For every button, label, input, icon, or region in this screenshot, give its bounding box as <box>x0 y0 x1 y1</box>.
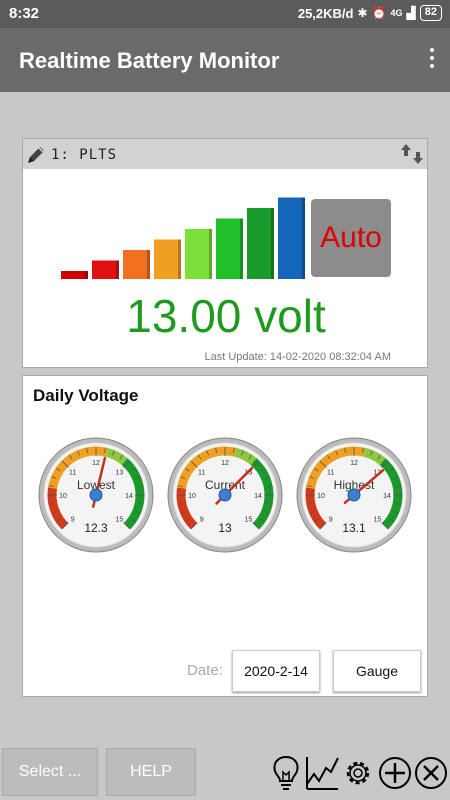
battery-card[interactable]: 1: PLTS Auto 13.00 volt Last Update: 14-… <box>22 138 428 368</box>
level-bar-shade-1 <box>85 271 88 279</box>
level-bar-shade-2 <box>116 260 119 279</box>
gauge-highest: 9101112131415Highest13.1 <box>296 437 412 553</box>
daily-voltage-title: Daily Voltage <box>33 386 139 405</box>
battery-icon: 82 <box>419 5 442 21</box>
gauge-tick-label: 14 <box>383 493 391 500</box>
gauge-tick-label: 10 <box>317 493 325 500</box>
level-bar-shade-6 <box>240 218 243 279</box>
gauge-tick-label: 15 <box>244 516 252 523</box>
gauge-tick-label: 9 <box>71 516 75 523</box>
settings-gear-icon[interactable] <box>340 754 376 792</box>
close-icon[interactable] <box>413 754 449 792</box>
gauge-tick-label: 13 <box>115 470 123 477</box>
edit-pencil-icon[interactable] <box>25 143 47 167</box>
gauge-tick-label: 11 <box>198 470 205 477</box>
bluetooth-icon: ✱ <box>357 6 368 20</box>
date-picker-button[interactable]: 2020-2-14 <box>232 650 320 692</box>
level-bar-3 <box>123 250 150 279</box>
select-button[interactable]: Select ... <box>2 748 98 796</box>
level-bar-shade-5 <box>209 229 212 279</box>
chart-icon[interactable] <box>304 754 340 792</box>
level-bars <box>61 197 305 279</box>
level-bar-2 <box>92 260 119 279</box>
battery-card-header: 1: PLTS <box>23 139 427 169</box>
level-bar-7 <box>247 208 274 279</box>
gauge-tick-label: 14 <box>254 493 262 500</box>
status-bar: 8:32 25,2KB/d ✱ ⏰ 4G ▟ 82 <box>0 0 450 28</box>
level-bar-1 <box>61 271 88 279</box>
level-bar-6 <box>216 218 243 279</box>
gauge-value: 13.1 <box>342 521 366 535</box>
gauge-tick-label: 11 <box>327 470 334 477</box>
gauge-tick-label: 15 <box>373 516 381 523</box>
app-title: Realtime Battery Monitor <box>19 48 280 73</box>
app-bar: Realtime Battery Monitor <box>0 28 450 92</box>
level-bar-5 <box>185 229 212 279</box>
gauge-current: 9101112131415Current13 <box>167 437 283 553</box>
level-bar-4 <box>154 239 181 279</box>
gauge-value: 13 <box>218 521 232 535</box>
gauge-tick-label: 11 <box>69 470 76 477</box>
gauge-value: 12.3 <box>84 521 108 535</box>
gauge-hub <box>89 488 103 502</box>
last-update: Last Update: 14-02-2020 08:32:04 AM <box>204 351 391 363</box>
gauge-tick-label: 15 <box>115 516 123 523</box>
battery-name: 1: PLTS <box>51 147 118 163</box>
status-time: 8:32 <box>9 5 40 22</box>
daily-voltage-card: Daily Voltage 9 10 11 12 13 14 15 Lowest 12.3 91… <box>22 375 428 697</box>
level-bar-shade-3 <box>147 250 150 279</box>
gauge-hub <box>347 488 361 502</box>
lightbulb-icon[interactable] <box>268 754 304 792</box>
gauge-tick-label: 9 <box>200 516 204 523</box>
status-icons: 25,2KB/d ✱ ⏰ 4G ▟ 82 <box>298 5 442 21</box>
gauge-tick-label: 12 <box>221 460 229 467</box>
gauge-tick-label: 9 <box>329 516 333 523</box>
gauge-tick-label: 10 <box>188 493 196 500</box>
signal-label: 4G <box>390 8 403 18</box>
gauge-tick-label: 12 <box>92 460 100 467</box>
add-icon[interactable] <box>377 754 413 792</box>
overflow-menu-icon[interactable] <box>428 48 436 70</box>
level-bar-8 <box>278 197 305 279</box>
signal-icon: ▟ <box>406 6 416 20</box>
network-speed: 25,2KB/d <box>297 5 354 21</box>
auto-button[interactable]: Auto <box>311 199 391 277</box>
reorder-icon[interactable] <box>399 141 425 167</box>
voltage-reading: 13.00 volt <box>126 290 326 342</box>
gauge-tick-label: 10 <box>59 493 67 500</box>
alarm-icon: ⏰ <box>371 6 387 20</box>
level-bar-shade-8 <box>302 197 305 279</box>
level-bar-shade-7 <box>271 208 274 279</box>
help-button[interactable]: HELP <box>106 748 196 796</box>
gauge-tick-label: 12 <box>350 460 358 467</box>
gauge-lowest: 9101112131415Lowest12.3 <box>38 437 154 553</box>
gauge-hub <box>218 488 232 502</box>
level-bar-shade-4 <box>178 239 181 279</box>
date-label: Date: <box>187 662 223 679</box>
gauge-tick-label: 14 <box>125 493 133 500</box>
view-mode-button[interactable]: Gauge <box>333 650 421 692</box>
